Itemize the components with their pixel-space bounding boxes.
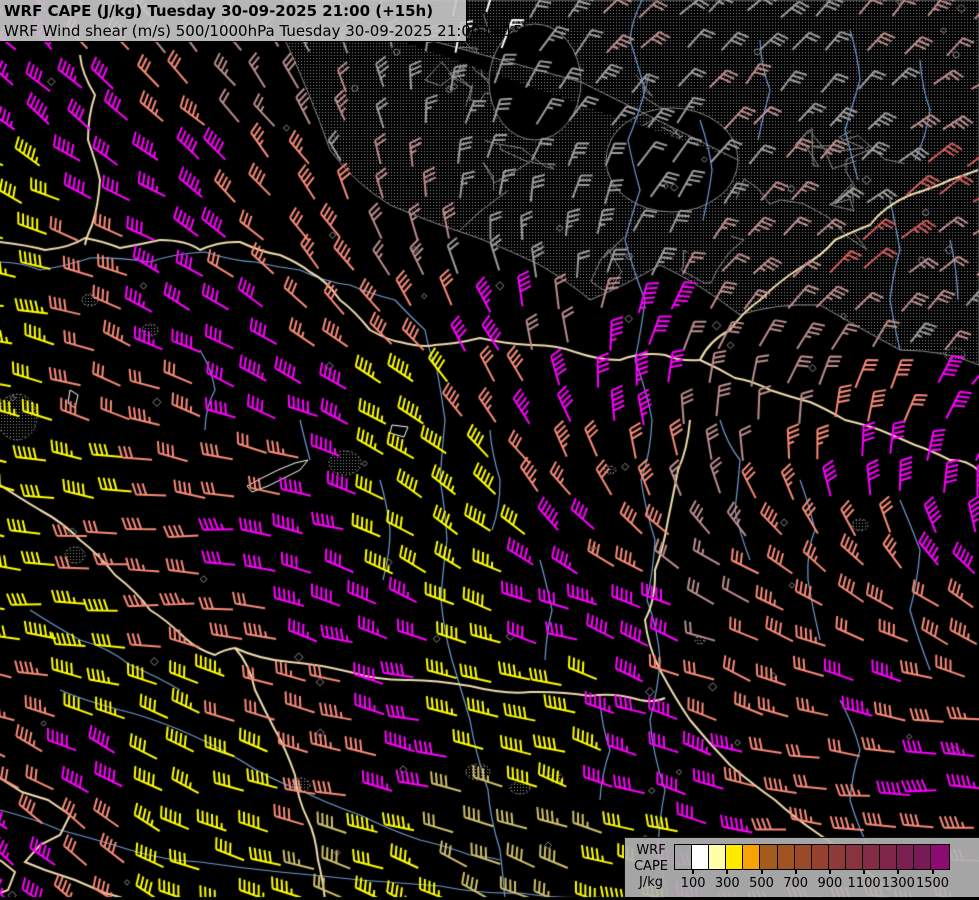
- title-wind-shear: WRF Wind shear (m/s) 500/1000hPa Tuesday…: [0, 21, 466, 41]
- legend-color-cell: [726, 845, 743, 869]
- weather-map-page: WRF CAPE (J/kg) Tuesday 30-09-2025 21:00…: [0, 0, 979, 900]
- legend-tick: [761, 869, 763, 874]
- legend-label-unit: J/kg: [631, 875, 671, 891]
- legend-tick: [692, 869, 694, 874]
- legend-tick: [863, 869, 865, 874]
- legend-label-model: WRF: [631, 843, 671, 859]
- weather-map-canvas: [0, 0, 979, 900]
- legend-color-cell: [709, 845, 726, 869]
- legend-label-variable: CAPE: [631, 859, 671, 875]
- legend-color-cell: [795, 845, 812, 869]
- legend-color-cell: [863, 845, 880, 869]
- legend-color-cell: [692, 845, 709, 869]
- legend-color-cell: [778, 845, 795, 869]
- legend-tick: [932, 869, 934, 874]
- legend-color-cell: [743, 845, 760, 869]
- legend-color-cell: [846, 845, 863, 869]
- legend-tick: [726, 869, 728, 874]
- title-cape: WRF CAPE (J/kg) Tuesday 30-09-2025 21:00…: [0, 0, 466, 21]
- legend-color-cell: [880, 845, 897, 869]
- legend-color-cell: [812, 845, 829, 869]
- legend-tick: [829, 869, 831, 874]
- legend-color-cell: [931, 845, 948, 869]
- legend-color-cell: [760, 845, 777, 869]
- legend-color-cell: [897, 845, 914, 869]
- legend-tick: [897, 869, 899, 874]
- legend-tick: [795, 869, 797, 874]
- legend-color-cell: [675, 845, 692, 869]
- cape-legend-panel: WRF CAPE J/kg 10030050070090011001300150…: [624, 837, 979, 897]
- cape-colorbar: [674, 844, 950, 870]
- legend-color-cell: [829, 845, 846, 869]
- legend-tick-label: 1500: [911, 876, 955, 891]
- legend-color-cell: [914, 845, 931, 869]
- chart-title-panel: WRF CAPE (J/kg) Tuesday 30-09-2025 21:00…: [0, 0, 467, 42]
- legend-label: WRF CAPE J/kg: [631, 843, 671, 891]
